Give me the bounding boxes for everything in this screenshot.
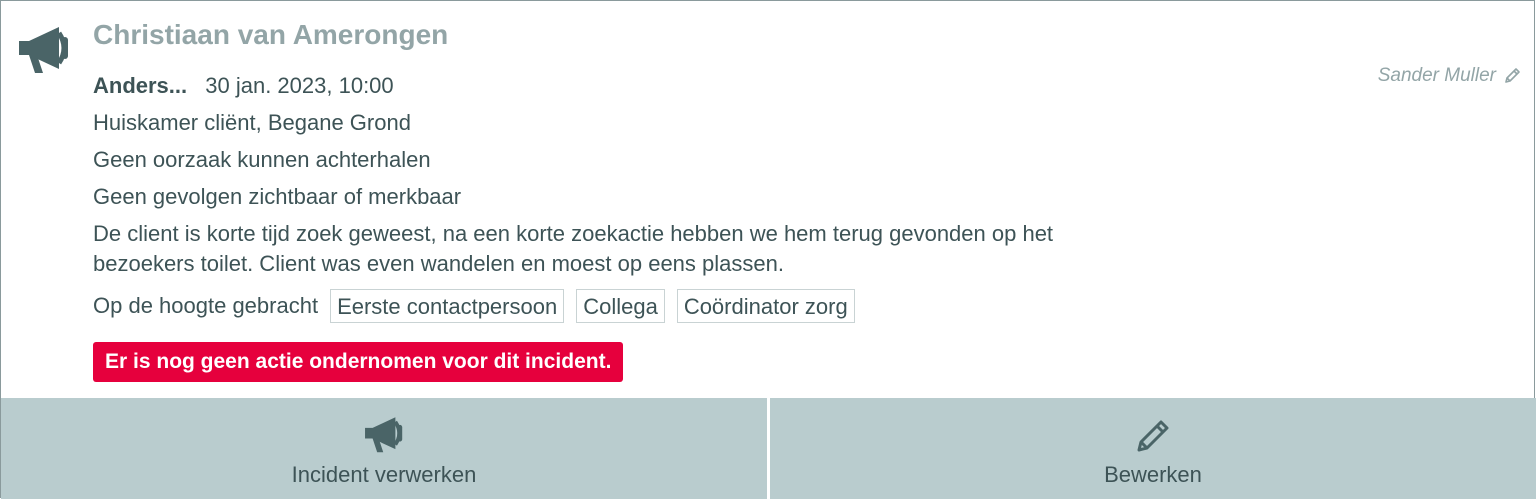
edit-label: Bewerken: [1104, 462, 1202, 487]
action-bar: Incident verwerken Bewerken: [1, 398, 1536, 499]
megaphone-icon: [19, 27, 68, 73]
incident-consequences: Geen gevolgen zichtbaar of merkbaar: [93, 184, 462, 209]
incident-details: Anders... 30 jan. 2023, 10:00 Huiskamer …: [93, 71, 1093, 324]
client-name: Christiaan van Amerongen: [93, 19, 449, 50]
incident-card: Christiaan van Amerongen Sander Muller A…: [0, 0, 1536, 499]
megaphone-icon: [365, 417, 403, 453]
process-incident-button[interactable]: Incident verwerken: [1, 398, 767, 499]
incident-meta: Anders... 30 jan. 2023, 10:00: [93, 71, 1093, 101]
informed-label: Op de hoogte gebracht: [93, 293, 319, 318]
informed-row: Op de hoogte gebracht Eerste contactpers…: [93, 288, 1093, 324]
informed-chip: Eerste contactpersoon: [330, 289, 565, 323]
pencil-icon: [1137, 420, 1169, 452]
informed-chip: Coördinator zorg: [676, 289, 855, 323]
author-name: Sander Muller: [1377, 65, 1496, 86]
process-incident-label: Incident verwerken: [291, 462, 477, 487]
informed-chip: Collega: [576, 289, 665, 323]
no-action-alert: Er is nog geen actie ondernomen voor dit…: [93, 342, 624, 382]
incident-datetime: 30 jan. 2023, 10:00: [205, 73, 394, 98]
incident-type: Anders...: [93, 73, 188, 98]
edit-button[interactable]: Bewerken: [770, 398, 1536, 499]
author-edit-link[interactable]: Sander Muller: [1378, 65, 1522, 87]
incident-description: De client is korte tijd zoek geweest, na…: [93, 221, 1054, 276]
pencil-icon[interactable]: [1502, 66, 1522, 86]
incident-location: Huiskamer cliënt, Begane Grond: [93, 110, 411, 135]
incident-cause: Geen oorzaak kunnen achterhalen: [93, 147, 431, 172]
